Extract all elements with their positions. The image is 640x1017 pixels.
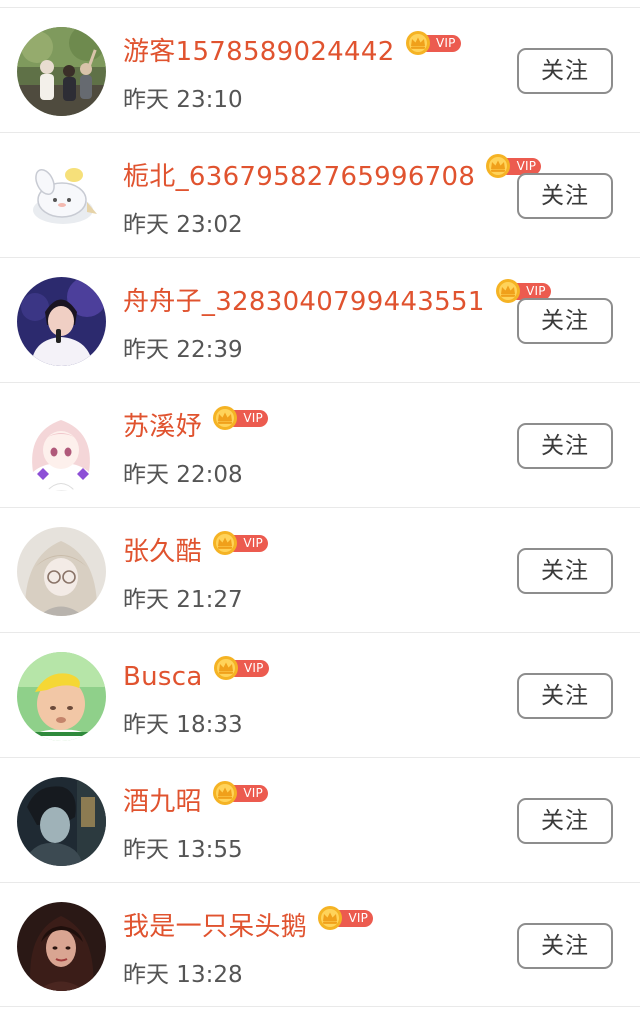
avatar[interactable]: [17, 402, 106, 491]
avatar-group-hiking-photo-icon: [17, 27, 106, 116]
crown-icon: [405, 30, 431, 56]
timestamp: 昨天 21:27: [123, 587, 243, 613]
crown-icon: [317, 905, 343, 931]
list-item[interactable]: 酒九昭 VIP 昨天 13:55 关注: [0, 757, 640, 882]
avatar[interactable]: [17, 277, 106, 366]
username[interactable]: 张久酷: [123, 534, 202, 570]
follower-list: 游客1578589024442 VIP 昨天 23:10 关注 栀北_636795…: [0, 7, 640, 1007]
avatar-child-photo-icon: [17, 652, 106, 741]
follow-button[interactable]: 关注: [517, 48, 613, 94]
timestamp: 昨天 18:33: [123, 712, 243, 738]
username[interactable]: 舟舟子_3283040799443551: [123, 284, 485, 320]
avatar[interactable]: [17, 527, 106, 616]
timestamp: 昨天 23:10: [123, 87, 243, 113]
timestamp: 昨天 13:55: [123, 837, 243, 863]
vip-badge: VIP: [213, 655, 271, 681]
avatar-singer-stage-photo-icon: [17, 277, 106, 366]
avatar[interactable]: [17, 652, 106, 741]
vip-badge: VIP: [212, 780, 270, 806]
username[interactable]: 苏溪妤: [123, 409, 202, 445]
list-item[interactable]: 苏溪妤 VIP 昨天 22:08 关注: [0, 382, 640, 507]
username[interactable]: Busca: [123, 659, 203, 695]
list-item[interactable]: 舟舟子_3283040799443551 VIP 昨天 22:39 关注: [0, 257, 640, 382]
vip-badge: VIP: [212, 405, 270, 431]
timestamp: 昨天 22:08: [123, 462, 243, 488]
timestamp: 昨天 13:28: [123, 962, 243, 988]
username[interactable]: 游客1578589024442: [123, 34, 395, 70]
crown-icon: [213, 655, 239, 681]
username[interactable]: 酒九昭: [123, 784, 202, 820]
follow-button[interactable]: 关注: [517, 173, 613, 219]
list-item[interactable]: 栀北_63679582765996708 VIP 昨天 23:02 关注: [0, 132, 640, 257]
vip-badge: VIP: [317, 905, 375, 931]
avatar-cartoon-bunny-icon: [17, 152, 106, 241]
follow-button[interactable]: 关注: [517, 923, 613, 969]
avatar[interactable]: [17, 27, 106, 116]
username[interactable]: 栀北_63679582765996708: [123, 159, 475, 195]
avatar[interactable]: [17, 902, 106, 991]
list-item[interactable]: 张久酷 VIP 昨天 21:27 关注: [0, 507, 640, 632]
list-item[interactable]: 我是一只呆头鹅 VIP 昨天 13:28 关注: [0, 882, 640, 1007]
timestamp: 昨天 22:39: [123, 337, 243, 363]
list-item[interactable]: 游客1578589024442 VIP 昨天 23:10 关注: [0, 7, 640, 132]
avatar-woman-portrait-photo-icon: [17, 902, 106, 991]
avatar[interactable]: [17, 777, 106, 866]
crown-icon: [495, 278, 521, 304]
avatar-anime-girl-glasses-icon: [17, 527, 106, 616]
crown-icon: [212, 780, 238, 806]
avatar[interactable]: [17, 152, 106, 241]
crown-icon: [212, 405, 238, 431]
follow-button[interactable]: 关注: [517, 798, 613, 844]
avatar-dark-portrait-photo-icon: [17, 777, 106, 866]
follow-button[interactable]: 关注: [517, 673, 613, 719]
follow-button[interactable]: 关注: [517, 548, 613, 594]
avatar-anime-girl-pink-icon: [17, 402, 106, 491]
follow-button[interactable]: 关注: [517, 423, 613, 469]
username[interactable]: 我是一只呆头鹅: [123, 909, 307, 945]
crown-icon: [212, 530, 238, 556]
vip-badge: VIP: [212, 530, 270, 556]
crown-icon: [485, 153, 511, 179]
follow-button[interactable]: 关注: [517, 298, 613, 344]
vip-badge: VIP: [405, 30, 463, 56]
list-item[interactable]: Busca VIP 昨天 18:33 关注: [0, 632, 640, 757]
timestamp: 昨天 23:02: [123, 212, 243, 238]
